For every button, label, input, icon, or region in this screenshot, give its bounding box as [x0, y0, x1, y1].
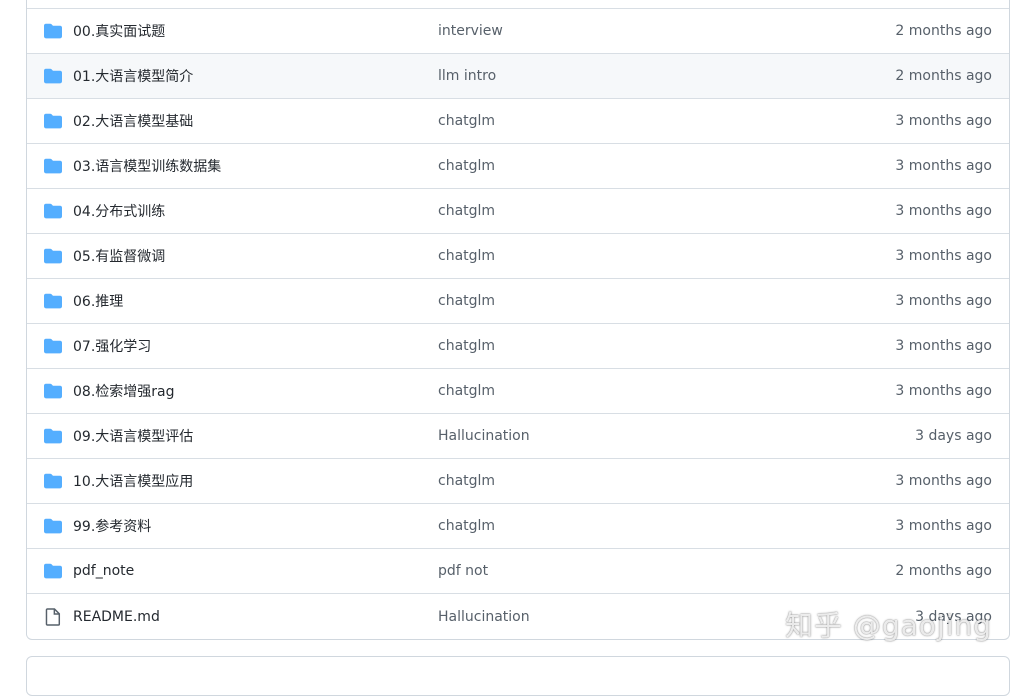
commit-age: 2 months ago [895, 23, 992, 39]
commit-age: 3 months ago [895, 383, 992, 399]
commit-age: 3 months ago [895, 473, 992, 489]
commit-age: 3 months ago [895, 158, 992, 174]
commit-message-link[interactable]: chatglm [438, 473, 495, 489]
file-list-rows: 00.真实面试题 interview 2 months ago 01.大语言模型简介 l… [27, 9, 1009, 639]
file-name-link[interactable]: 00.真实面试题 [73, 21, 165, 41]
file-name-link[interactable]: 05.有监督微调 [73, 246, 165, 266]
file-name-link[interactable]: 99.参考资料 [73, 516, 151, 536]
file-name-link[interactable]: pdf_note [73, 563, 134, 579]
file-list: 00.真实面试题 interview 2 months ago 01.大语言模型简介 l… [26, 0, 1010, 640]
file-name-link[interactable]: README.md [73, 609, 160, 625]
folder-icon [44, 472, 62, 490]
file-row[interactable]: 04.分布式训练 chatglm 3 months ago [27, 189, 1009, 234]
commit-message-link[interactable]: chatglm [438, 383, 495, 399]
commit-message-link[interactable]: chatglm [438, 113, 495, 129]
commit-message-link[interactable]: chatglm [438, 158, 495, 174]
folder-icon [44, 427, 62, 445]
folder-icon [44, 202, 62, 220]
folder-icon [44, 382, 62, 400]
file-icon [44, 607, 62, 626]
commit-message-link[interactable]: llm intro [438, 68, 496, 84]
commit-message-link[interactable]: chatglm [438, 338, 495, 354]
commit-age: 3 days ago [915, 608, 992, 625]
commit-message-link[interactable]: chatglm [438, 248, 495, 264]
file-row[interactable]: 00.真实面试题 interview 2 months ago [27, 9, 1009, 54]
commit-age: 3 months ago [895, 203, 992, 219]
file-name-link[interactable]: 10.大语言模型应用 [73, 471, 193, 491]
file-name-link[interactable]: 01.大语言模型简介 [73, 66, 193, 86]
file-row[interactable]: pdf_note pdf not 2 months ago [27, 549, 1009, 594]
file-row[interactable]: 03.语言模型训练数据集 chatglm 3 months ago [27, 144, 1009, 189]
folder-icon [44, 67, 62, 85]
file-name-link[interactable]: 09.大语言模型评估 [73, 426, 193, 446]
commit-age: 3 months ago [895, 113, 992, 129]
file-row[interactable]: README.md Hallucination 3 days ago [27, 594, 1009, 639]
commit-message-link[interactable]: Hallucination [438, 428, 530, 444]
folder-icon [44, 22, 62, 40]
commit-age: 3 months ago [895, 293, 992, 309]
commit-age: 3 months ago [895, 248, 992, 264]
file-row[interactable]: 05.有监督微调 chatglm 3 months ago [27, 234, 1009, 279]
folder-icon [44, 337, 62, 355]
folder-icon [44, 517, 62, 535]
folder-icon [44, 562, 62, 580]
file-row[interactable]: 09.大语言模型评估 Hallucination 3 days ago [27, 414, 1009, 459]
file-name-link[interactable]: 04.分布式训练 [73, 201, 165, 221]
file-name-link[interactable]: 07.强化学习 [73, 336, 151, 356]
folder-icon [44, 112, 62, 130]
file-row[interactable]: 01.大语言模型简介 llm intro 2 months ago [27, 54, 1009, 99]
file-row[interactable]: 06.推理 chatglm 3 months ago [27, 279, 1009, 324]
file-name-link[interactable]: 08.检索增强rag [73, 381, 175, 401]
commit-age: 3 months ago [895, 518, 992, 534]
commit-age: 2 months ago [895, 563, 992, 579]
file-row[interactable]: 10.大语言模型应用 chatglm 3 months ago [27, 459, 1009, 504]
file-row[interactable]: 02.大语言模型基础 chatglm 3 months ago [27, 99, 1009, 144]
commit-message-link[interactable]: chatglm [438, 293, 495, 309]
commit-age: 3 months ago [895, 338, 992, 354]
commit-message-link[interactable]: interview [438, 23, 503, 39]
commit-age: 3 days ago [915, 428, 992, 444]
folder-icon [44, 292, 62, 310]
commit-message-link[interactable]: pdf not [438, 563, 488, 579]
file-row[interactable]: 08.检索增强rag chatglm 3 months ago [27, 369, 1009, 414]
file-name-link[interactable]: 06.推理 [73, 291, 123, 311]
folder-icon [44, 247, 62, 265]
commit-message-link[interactable]: chatglm [438, 203, 495, 219]
commit-message-link[interactable]: Hallucination [438, 609, 530, 625]
file-list-top-row [27, 0, 1009, 9]
commit-message-link[interactable]: chatglm [438, 518, 495, 534]
file-name-link[interactable]: 03.语言模型训练数据集 [73, 156, 221, 176]
readme-box [26, 656, 1010, 696]
file-row[interactable]: 99.参考资料 chatglm 3 months ago [27, 504, 1009, 549]
folder-icon [44, 157, 62, 175]
commit-age: 2 months ago [895, 68, 992, 84]
file-row[interactable]: 07.强化学习 chatglm 3 months ago [27, 324, 1009, 369]
file-name-link[interactable]: 02.大语言模型基础 [73, 111, 193, 131]
